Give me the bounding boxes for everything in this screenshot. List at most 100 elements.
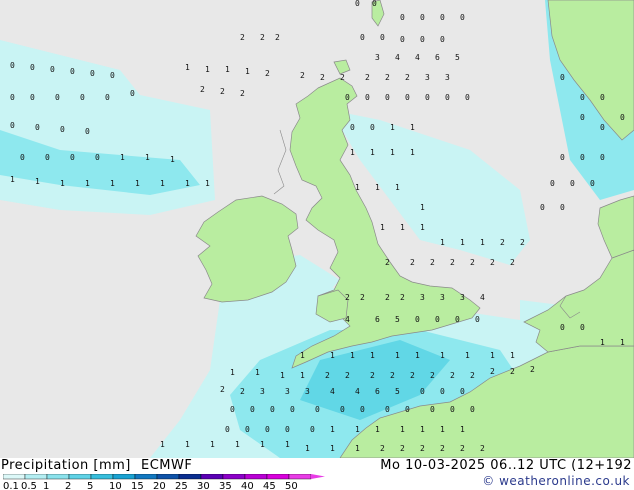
precip-value-label: 4 (395, 53, 400, 62)
precip-value-label: 2 (390, 371, 395, 380)
precip-value-label: 4 (355, 387, 360, 396)
precip-value-label: 0 (440, 387, 445, 396)
precip-value-label: 0 (370, 123, 375, 132)
legend-tick-label: 30 (197, 481, 210, 490)
precip-value-label: 2 (380, 444, 385, 453)
precip-value-label: 0 (345, 93, 350, 102)
precip-value-label: 2 (365, 73, 370, 82)
credit-link[interactable]: © weatheronline.co.uk (482, 474, 630, 488)
precip-value-label: 0 (372, 0, 377, 8)
precip-value-label: 1 (355, 183, 360, 192)
precip-value-label: 2 (450, 258, 455, 267)
precip-value-label: 1 (440, 351, 445, 360)
precip-value-label: 1 (305, 444, 310, 453)
precip-value-label: 2 (490, 367, 495, 376)
precip-value-label: 1 (35, 177, 40, 186)
precip-value-label: 0 (600, 153, 605, 162)
map-footer: Precipitation [mm] ECMWF Mo 10-03-2025 0… (0, 458, 634, 490)
precip-value-label: 0 (430, 405, 435, 414)
precip-value-label: 0 (55, 93, 60, 102)
precip-value-label: 3 (260, 387, 265, 396)
precip-value-label: 1 (350, 148, 355, 157)
precip-value-label: 1 (205, 65, 210, 74)
precip-value-label: 4 (415, 53, 420, 62)
precip-value-label: 0 (290, 405, 295, 414)
precip-value-label: 0 (590, 179, 595, 188)
precip-value-label: 2 (490, 258, 495, 267)
precip-value-label: 0 (440, 13, 445, 22)
precip-value-label: 3 (285, 387, 290, 396)
legend-swatch (244, 474, 268, 480)
precip-value-label: 1 (225, 65, 230, 74)
precip-value-label: 3 (425, 73, 430, 82)
legend-swatch (156, 474, 180, 480)
precip-value-label: 1 (350, 351, 355, 360)
precip-value-label: 1 (260, 440, 265, 449)
precip-value-label: 0 (560, 323, 565, 332)
precip-value-label: 0 (550, 179, 555, 188)
precip-value-label: 4 (330, 387, 335, 396)
precip-value-label: 3 (460, 293, 465, 302)
precip-value-label: 2 (440, 444, 445, 453)
precip-value-label: 0 (420, 387, 425, 396)
precip-value-label: 2 (510, 367, 515, 376)
precip-value-label: 0 (10, 61, 15, 70)
precip-value-label: 0 (315, 405, 320, 414)
precip-value-label: 1 (120, 153, 125, 162)
precip-value-label: 1 (160, 440, 165, 449)
precip-value-label: 0 (540, 203, 545, 212)
precip-value-label: 2 (530, 365, 535, 374)
precip-value-label: 2 (420, 444, 425, 453)
precip-value-label: 2 (430, 371, 435, 380)
precip-value-label: 0 (560, 153, 565, 162)
precip-value-label: 0 (285, 425, 290, 434)
precip-value-label: 6 (375, 315, 380, 324)
precip-value-label: 0 (600, 93, 605, 102)
precip-value-label: 2 (470, 258, 475, 267)
precip-value-label: 1 (60, 179, 65, 188)
legend-tick-label: 20 (153, 481, 166, 490)
precipitation-map: 0 0 0 0 0 000 0 0 0 00 0 0 00 0 0 0 1 1 11 1 1 1 1 1 1 1 11 1 1 1 22 2 2… (0, 0, 634, 458)
precip-value-label: 2 (430, 258, 435, 267)
legend-swatch (134, 474, 158, 480)
precip-value-label: 2 (265, 69, 270, 78)
legend-swatch (46, 474, 70, 480)
precip-value-label: 2 (360, 293, 365, 302)
precip-value-label: 1 (600, 338, 605, 347)
precip-value-label: 1 (415, 351, 420, 360)
precip-value-label: 2 (240, 89, 245, 98)
precip-value-label: 0 (435, 315, 440, 324)
precip-value-label: 1 (510, 351, 515, 360)
precip-value-label: 1 (205, 179, 210, 188)
precip-value-label: 1 (420, 223, 425, 232)
precip-value-label: 0 (70, 153, 75, 162)
legend-tick-label: 15 (131, 481, 144, 490)
precip-value-label: 0 (450, 405, 455, 414)
precip-value-label: 2 (500, 238, 505, 247)
precip-value-label: 2 (400, 444, 405, 453)
precip-value-label: 0 (20, 153, 25, 162)
precip-value-label: 1 (460, 238, 465, 247)
precip-value-label: 0 (225, 425, 230, 434)
precip-value-label: 1 (300, 371, 305, 380)
precip-value-label: 2 (410, 371, 415, 380)
precip-value-label: 0 (340, 405, 345, 414)
precip-value-label: 3 (445, 73, 450, 82)
precip-value-label: 1 (235, 440, 240, 449)
precip-value-label: 1 (255, 368, 260, 377)
precip-value-label: 1 (375, 183, 380, 192)
legend-tick-label: 1 (43, 481, 49, 490)
precip-value-label: 4 (345, 315, 350, 324)
legend-swatch (178, 474, 202, 480)
precip-value-label: 2 (220, 87, 225, 96)
precip-value-label: 2 (220, 385, 225, 394)
legend-arrow (311, 474, 325, 479)
precip-value-label: 0 (45, 153, 50, 162)
precip-value-label: 1 (440, 425, 445, 434)
precip-value-label: 6 (375, 387, 380, 396)
precip-value-label: 0 (350, 123, 355, 132)
precip-value-label: 1 (185, 440, 190, 449)
precip-value-label: 2 (325, 371, 330, 380)
precip-value-label: 3 (375, 53, 380, 62)
precip-value-label: 0 (230, 405, 235, 414)
